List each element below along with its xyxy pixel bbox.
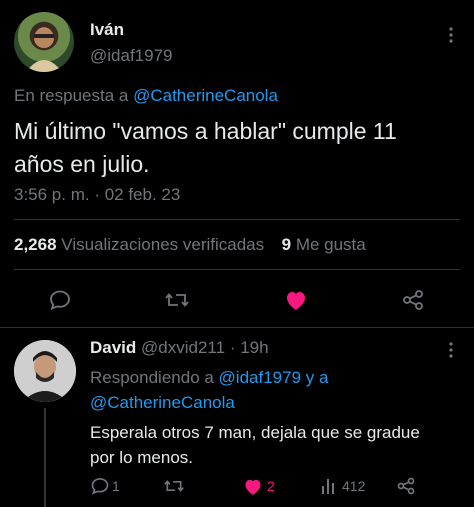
header-separator: · <box>229 338 236 357</box>
reply-share-button[interactable] <box>396 476 416 496</box>
views-count[interactable]: 2,268 <box>14 235 57 254</box>
divider <box>14 219 460 220</box>
reply-author-handle[interactable]: @dxvid211 <box>141 338 225 357</box>
share-button[interactable] <box>399 286 427 314</box>
reply-context: En respuesta a @CatherineCanola <box>14 86 278 106</box>
reply-author-avatar[interactable] <box>14 340 76 402</box>
likes-label[interactable]: Me gusta <box>296 235 366 254</box>
reply-header: David @dxvid211 · 19h <box>90 338 269 358</box>
reply-text-line: por lo menos. <box>90 448 193 467</box>
like-count: 2 <box>267 478 275 494</box>
views-label[interactable]: Visualizaciones verificadas <box>61 235 264 254</box>
replying-to-link[interactable]: @idaf1979 <box>219 368 302 387</box>
view-count: 412 <box>342 478 366 494</box>
author-avatar[interactable] <box>14 12 74 72</box>
reply-like-button[interactable]: 2 <box>243 476 275 496</box>
views-icon <box>322 479 334 494</box>
author-handle[interactable]: @idaf1979 <box>90 46 173 66</box>
reply-count: 1 <box>112 478 120 494</box>
like-icon <box>245 479 261 495</box>
tweet-timestamp[interactable]: 3:56 p. m. · 02 feb. 23 <box>14 185 180 205</box>
author-name[interactable]: Iván <box>90 20 124 40</box>
share-icon <box>403 290 423 310</box>
reply-icon <box>91 478 109 495</box>
like-button[interactable] <box>282 286 310 314</box>
tweet-stats: 2,268 Visualizaciones verificadas 9 Me g… <box>14 235 366 255</box>
divider <box>0 327 474 328</box>
reply-to-link[interactable]: @CatherineCanola <box>133 86 278 105</box>
reply-icon <box>50 290 70 311</box>
retweet-button[interactable] <box>163 286 191 314</box>
tweet-text: Mi último "vamos a hablar" cumple 11 año… <box>14 115 397 181</box>
retweet-icon <box>164 480 184 492</box>
more-options-icon[interactable] <box>447 26 455 44</box>
divider <box>14 269 460 270</box>
reply-author-name[interactable]: David <box>90 338 136 357</box>
tweet-text-line: Mi último "vamos a hablar" cumple 11 <box>14 118 397 144</box>
reply-reply-button[interactable]: 1 <box>90 476 120 496</box>
reply-button[interactable] <box>46 286 74 314</box>
reply-time[interactable]: 19h <box>240 338 268 357</box>
reply-context-prefix: En respuesta a <box>14 86 134 105</box>
replying-to-link[interactable]: @CatherineCanola <box>90 393 235 412</box>
share-icon <box>397 477 415 495</box>
more-options-icon[interactable] <box>447 341 455 359</box>
reply-text-line: Esperala otros 7 man, dejala que se grad… <box>90 423 420 442</box>
replying-to-context: Respondiendo a @idaf1979 y a @CatherineC… <box>90 365 328 415</box>
likes-count[interactable]: 9 <box>282 235 291 254</box>
replying-prefix: Respondiendo a <box>90 368 219 387</box>
reply-text: Esperala otros 7 man, dejala que se grad… <box>90 420 420 470</box>
reply-retweet-button[interactable] <box>163 476 185 496</box>
retweet-icon <box>165 293 189 307</box>
thread-line <box>44 408 46 507</box>
tweet-text-line: años en julio. <box>14 151 150 177</box>
like-icon <box>287 292 305 310</box>
reply-views-button[interactable]: 412 <box>320 476 365 496</box>
replying-conj: y a <box>301 368 329 387</box>
